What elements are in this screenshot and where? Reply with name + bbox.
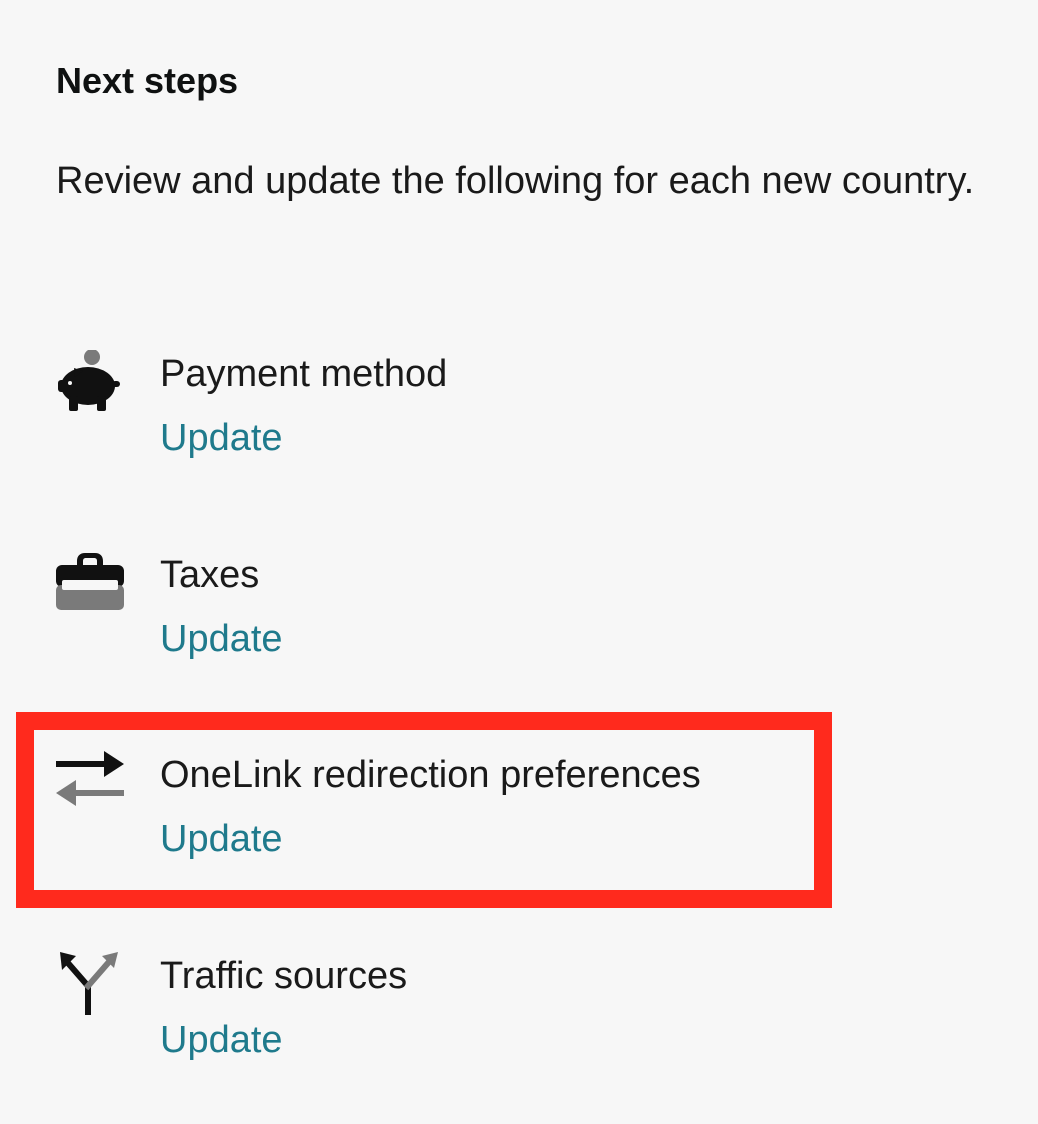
step-onelink-redirection: OneLink redirection preferences Update bbox=[0, 751, 1038, 891]
toolbox-icon bbox=[54, 551, 126, 623]
split-arrows-icon bbox=[54, 952, 126, 1024]
page-title: Next steps bbox=[56, 60, 239, 101]
step-payment-method: Payment method Update bbox=[0, 350, 1038, 490]
step-title: OneLink redirection preferences bbox=[160, 754, 701, 796]
intro-text: Review and update the following for each… bbox=[56, 160, 975, 202]
next-steps-panel: Next steps Review and update the followi… bbox=[0, 0, 1038, 1124]
step-title: Traffic sources bbox=[160, 955, 408, 997]
update-traffic-sources-link[interactable]: Update bbox=[160, 1016, 283, 1064]
update-taxes-link[interactable]: Update bbox=[160, 615, 283, 663]
update-payment-method-link[interactable]: Update bbox=[160, 414, 283, 462]
piggy-bank-icon bbox=[54, 350, 126, 422]
step-traffic-sources: Traffic sources Update bbox=[0, 952, 1038, 1092]
step-title: Payment method bbox=[160, 353, 448, 395]
step-title: Taxes bbox=[160, 554, 260, 596]
update-onelink-redirection-link[interactable]: Update bbox=[160, 815, 283, 863]
step-taxes: Taxes Update bbox=[0, 551, 1038, 691]
swap-arrows-icon bbox=[54, 751, 126, 823]
